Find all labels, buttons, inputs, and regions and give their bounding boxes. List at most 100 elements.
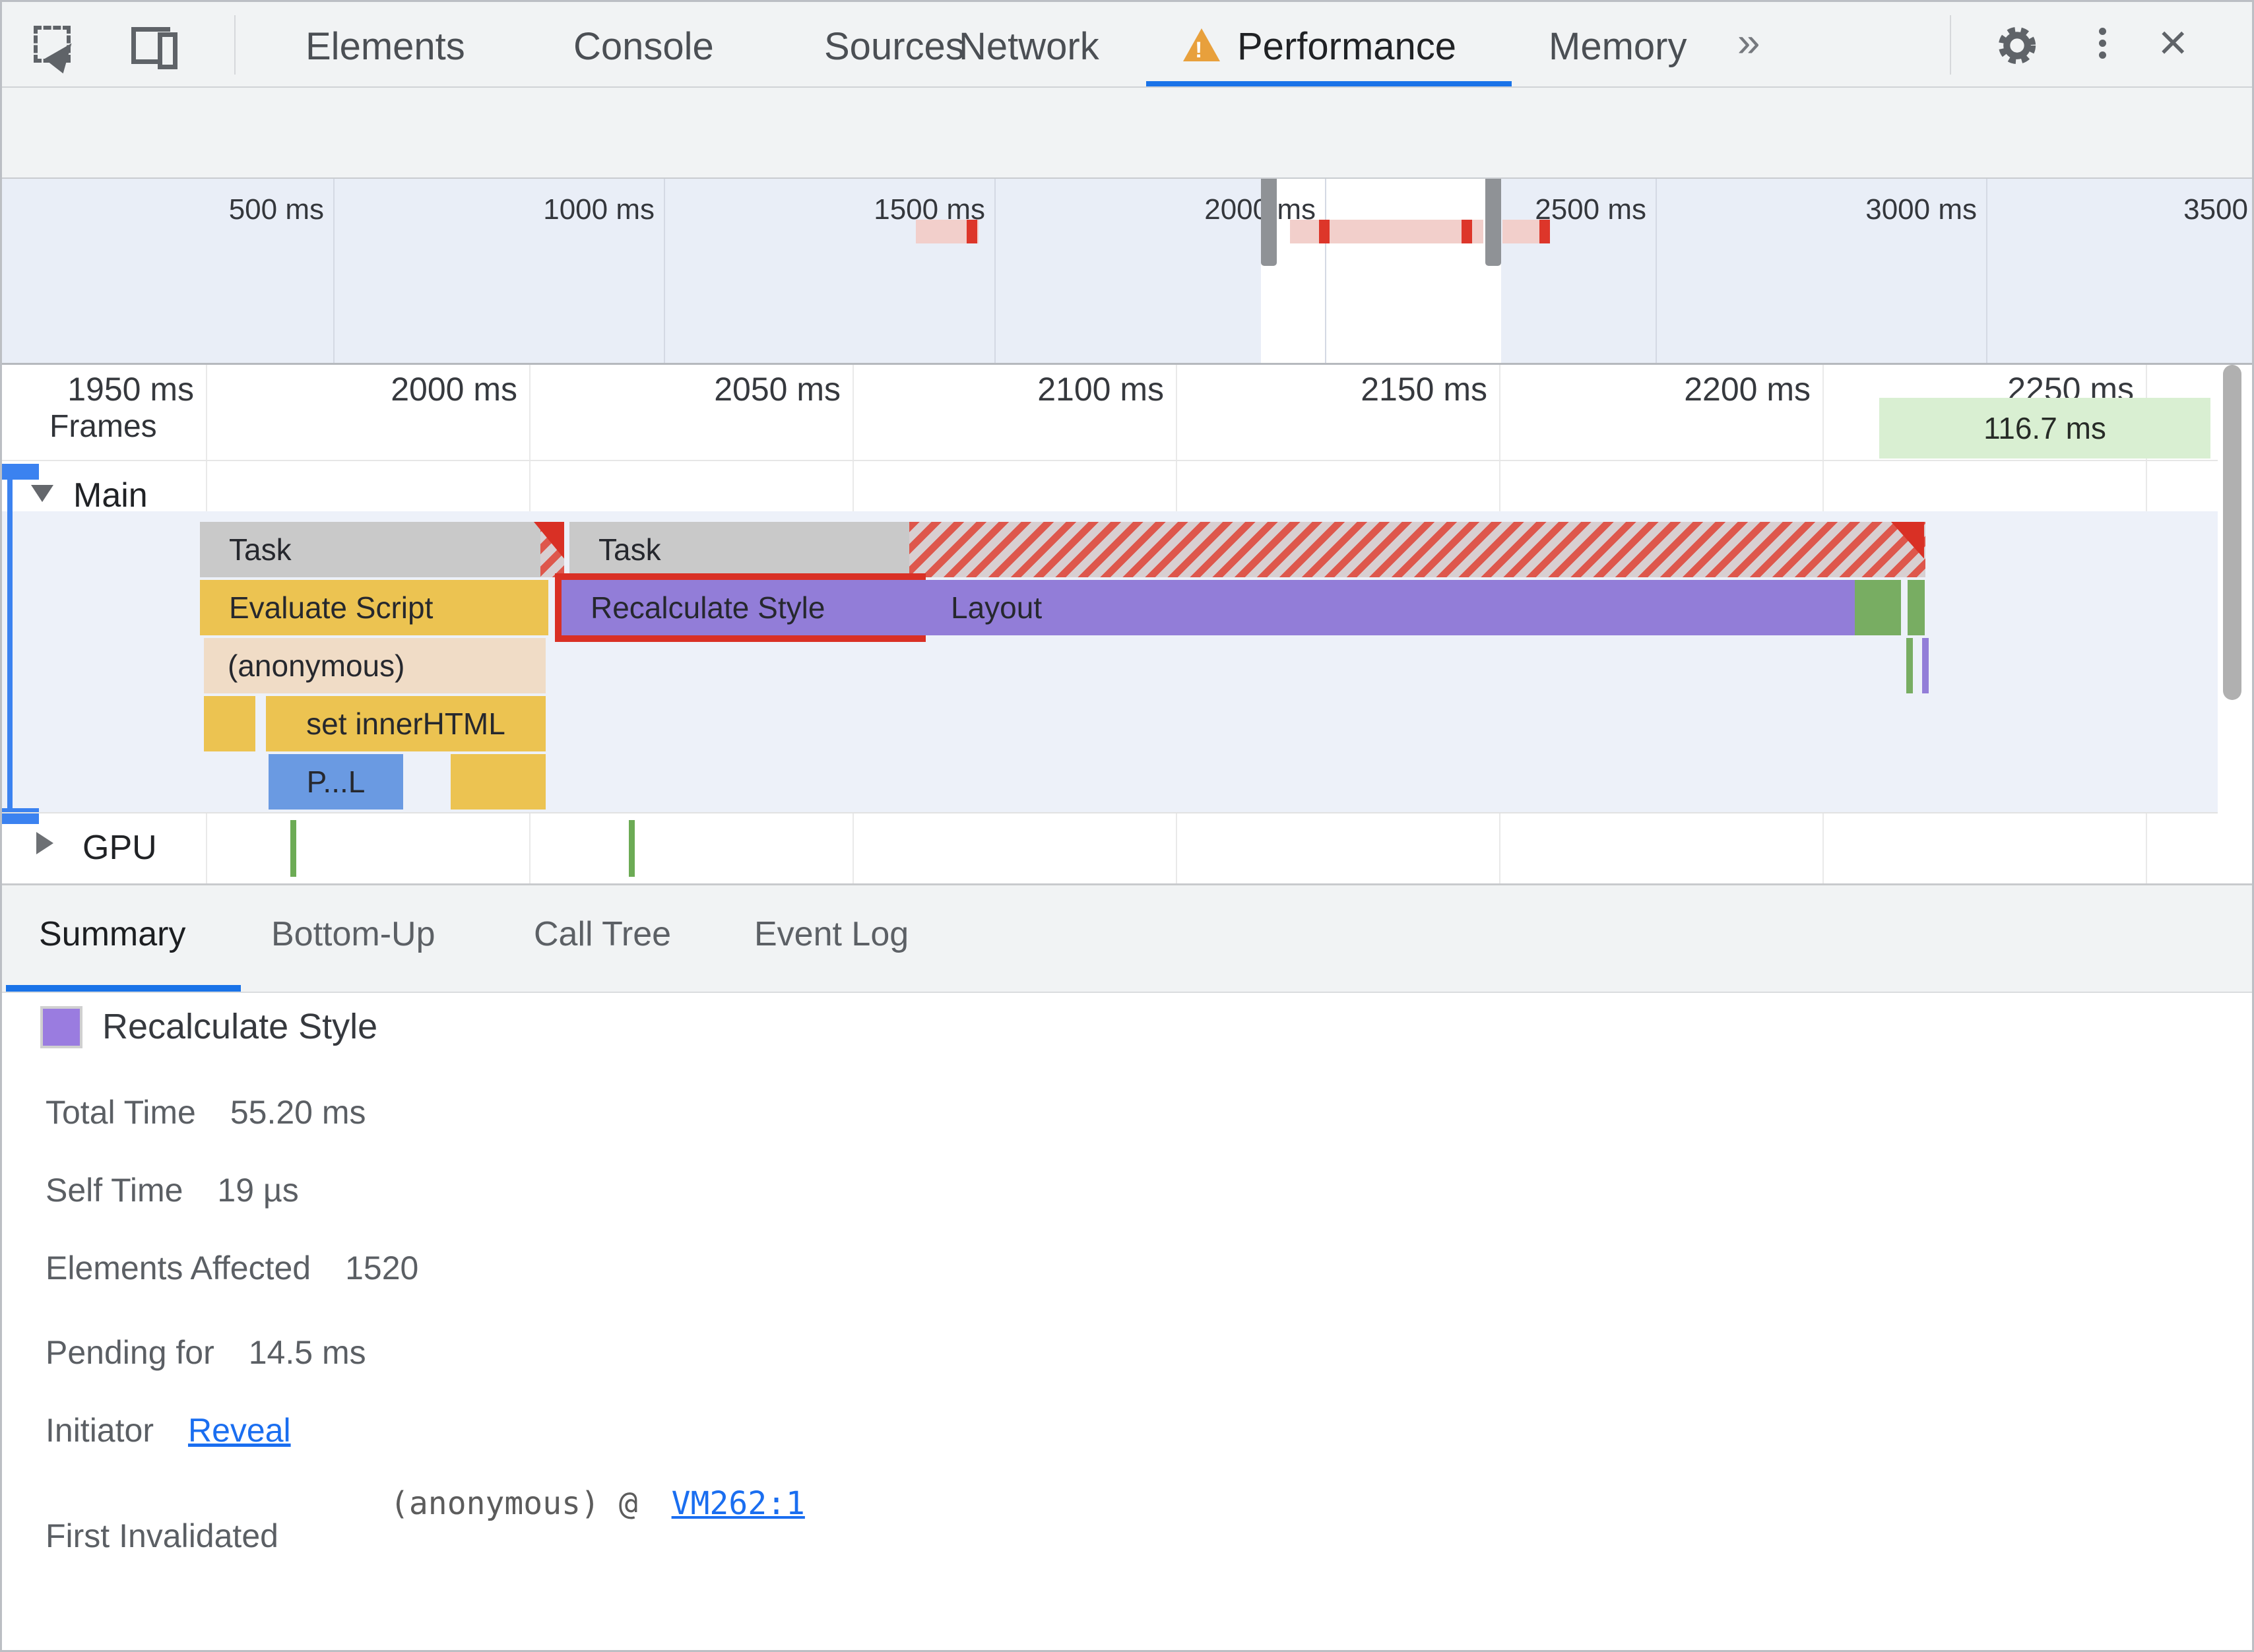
summary-row-total-time: Total Time 55.20 ms [46, 1093, 366, 1131]
summary-row-self-time: Self Time 19 µs [46, 1171, 299, 1209]
menu-kebab-icon[interactable] [2099, 23, 2106, 63]
long-task-red-mark [1462, 220, 1472, 243]
overview-gridline [994, 179, 996, 363]
stack-frame-text: (anonymous) @ [390, 1485, 638, 1522]
summary-row-initiator: Initiator Reveal [46, 1411, 291, 1449]
flame-bar-script-small-2[interactable] [451, 754, 546, 810]
flame-bar-anonymous[interactable]: (anonymous) [204, 638, 546, 693]
total-time-label: Total Time [46, 1094, 196, 1131]
long-task-red-mark [1319, 220, 1330, 243]
settings-gear-icon[interactable] [1993, 22, 2041, 73]
gpu-track-label[interactable]: GPU [82, 828, 157, 868]
devtools-window: Elements Console Sources Network ! Perfo… [0, 0, 2254, 1652]
flame-bar-task-long-hatch[interactable] [909, 522, 1925, 577]
flame-bar-paint-small[interactable] [1908, 580, 1925, 635]
overview-tick: 500 ms [228, 193, 324, 226]
gpu-activity-sliver [629, 820, 635, 877]
tab-event-log[interactable]: Event Log [754, 914, 909, 954]
device-toolbar-icon[interactable] [131, 27, 179, 69]
flame-bar-layout[interactable]: Layout [919, 580, 1855, 635]
flame-bar-task[interactable]: Task [569, 522, 909, 577]
tab-call-tree[interactable]: Call Tree [534, 914, 671, 954]
flame-sliver-green[interactable] [1906, 638, 1913, 693]
main-gpu-divider [2, 812, 2218, 813]
overview-gridline [333, 179, 335, 363]
main-track-focus-bracket-top [2, 464, 39, 480]
gpu-activity-sliver [290, 820, 296, 877]
selection-handle-left[interactable] [1261, 179, 1277, 266]
tabbar-separator [234, 15, 236, 75]
summary-row-elements-affected: Elements Affected 1520 [46, 1249, 418, 1287]
elements-affected-value: 1520 [345, 1250, 419, 1287]
first-invalidated-label: First Invalidated [46, 1517, 278, 1554]
detail-tick: 2200 ms [1684, 371, 1811, 408]
close-icon[interactable]: × [2158, 14, 2187, 71]
flame-sliver-purple[interactable] [1922, 638, 1929, 693]
flame-bar-evaluate-script[interactable]: Evaluate Script [200, 580, 548, 635]
overview-tick: 1000 ms [543, 193, 655, 226]
detail-tick: 2100 ms [1037, 371, 1164, 408]
overview-gridline [1325, 179, 1326, 363]
devtools-tabbar: Elements Console Sources Network ! Perfo… [2, 2, 2252, 88]
timeline-overview[interactable]: 500 ms 1000 ms 1500 ms 2000 ms 2500 ms 3… [2, 179, 2252, 365]
flame-bar-recalculate-style-selected[interactable]: Recalculate Style [562, 580, 919, 635]
tab-console[interactable]: Console [573, 24, 714, 69]
flame-bar-task[interactable]: Task [200, 522, 564, 577]
tabbar-separator-right [1950, 15, 1951, 75]
inspect-element-icon[interactable] [34, 26, 81, 74]
tab-elements[interactable]: Elements [306, 24, 465, 69]
initiator-label: Initiator [46, 1412, 154, 1449]
elements-affected-label: Elements Affected [46, 1250, 311, 1287]
detail-tick: 2150 ms [1361, 371, 1487, 408]
main-track-focus-bracket-bottom [2, 808, 39, 824]
flame-bar-set-innerhtml[interactable]: set innerHTML [266, 696, 546, 751]
tab-performance[interactable]: Performance [1237, 24, 1456, 69]
frames-row-label: Frames [49, 409, 157, 444]
tab-bottom-up[interactable]: Bottom-Up [271, 914, 435, 954]
pending-for-label: Pending for [46, 1334, 214, 1371]
first-invalidated-stack: (anonymous) @ VM262:1 [390, 1485, 805, 1522]
detail-tick: 2050 ms [714, 371, 841, 408]
performance-toolbar: jlwagner.net #1 Screenshots Memory [2, 88, 2252, 247]
detail-tick: 2000 ms [391, 371, 517, 408]
overview-gridline [1656, 179, 1657, 363]
frame-duration-badge[interactable]: 116.7 ms [1879, 398, 2210, 459]
main-track-focus-bracket [7, 464, 13, 824]
flame-bar-parse[interactable]: P...L [269, 754, 403, 810]
event-title: Recalculate Style [102, 1007, 378, 1046]
self-time-label: Self Time [46, 1172, 183, 1209]
more-tabs-icon[interactable]: » [1737, 19, 1760, 66]
overview-gridline [664, 179, 665, 363]
total-time-value: 55.20 ms [230, 1094, 366, 1131]
summary-row-pending-for: Pending for 14.5 ms [46, 1333, 366, 1372]
tab-network[interactable]: Network [959, 24, 1099, 69]
tab-summary[interactable]: Summary [39, 914, 185, 954]
device-phone-glyph [158, 32, 177, 69]
main-track-label[interactable]: Main [73, 476, 148, 515]
active-tab-underline [1146, 81, 1512, 86]
overview-tick: 2000 ms [1204, 193, 1316, 226]
initiator-reveal-link[interactable]: Reveal [188, 1412, 291, 1449]
details-panel-tabbar: Summary Bottom-Up Call Tree Event Log [2, 883, 2252, 993]
long-task-red-mark [967, 220, 977, 243]
overview-gridline [1986, 179, 1987, 363]
flame-bar-script-small[interactable] [204, 696, 255, 751]
frames-row-divider [2, 460, 2218, 461]
active-panel-tab-underline [6, 985, 241, 992]
gpu-expand-icon[interactable] [36, 832, 53, 854]
stack-source-link[interactable]: VM262:1 [672, 1485, 805, 1522]
self-time-value: 19 µs [217, 1172, 299, 1209]
flame-chart-scrollbar[interactable] [2223, 365, 2241, 700]
performance-warning-icon: ! [1183, 28, 1220, 63]
overview-tick: 3000 ms [1865, 193, 1977, 226]
flame-chart[interactable]: 1950 ms 2000 ms 2050 ms 2100 ms 2150 ms … [2, 365, 2252, 883]
detail-tick: 1950 ms [67, 371, 194, 408]
tab-sources[interactable]: Sources [824, 24, 965, 69]
tab-memory[interactable]: Memory [1549, 24, 1687, 69]
flame-bar-paint[interactable] [1855, 580, 1901, 635]
selection-handle-right[interactable] [1485, 179, 1501, 266]
overview-tick: 3500 [2183, 193, 2248, 226]
pending-for-value: 14.5 ms [248, 1334, 366, 1371]
long-task-red-mark [1539, 220, 1550, 243]
main-collapse-icon[interactable] [31, 485, 53, 502]
